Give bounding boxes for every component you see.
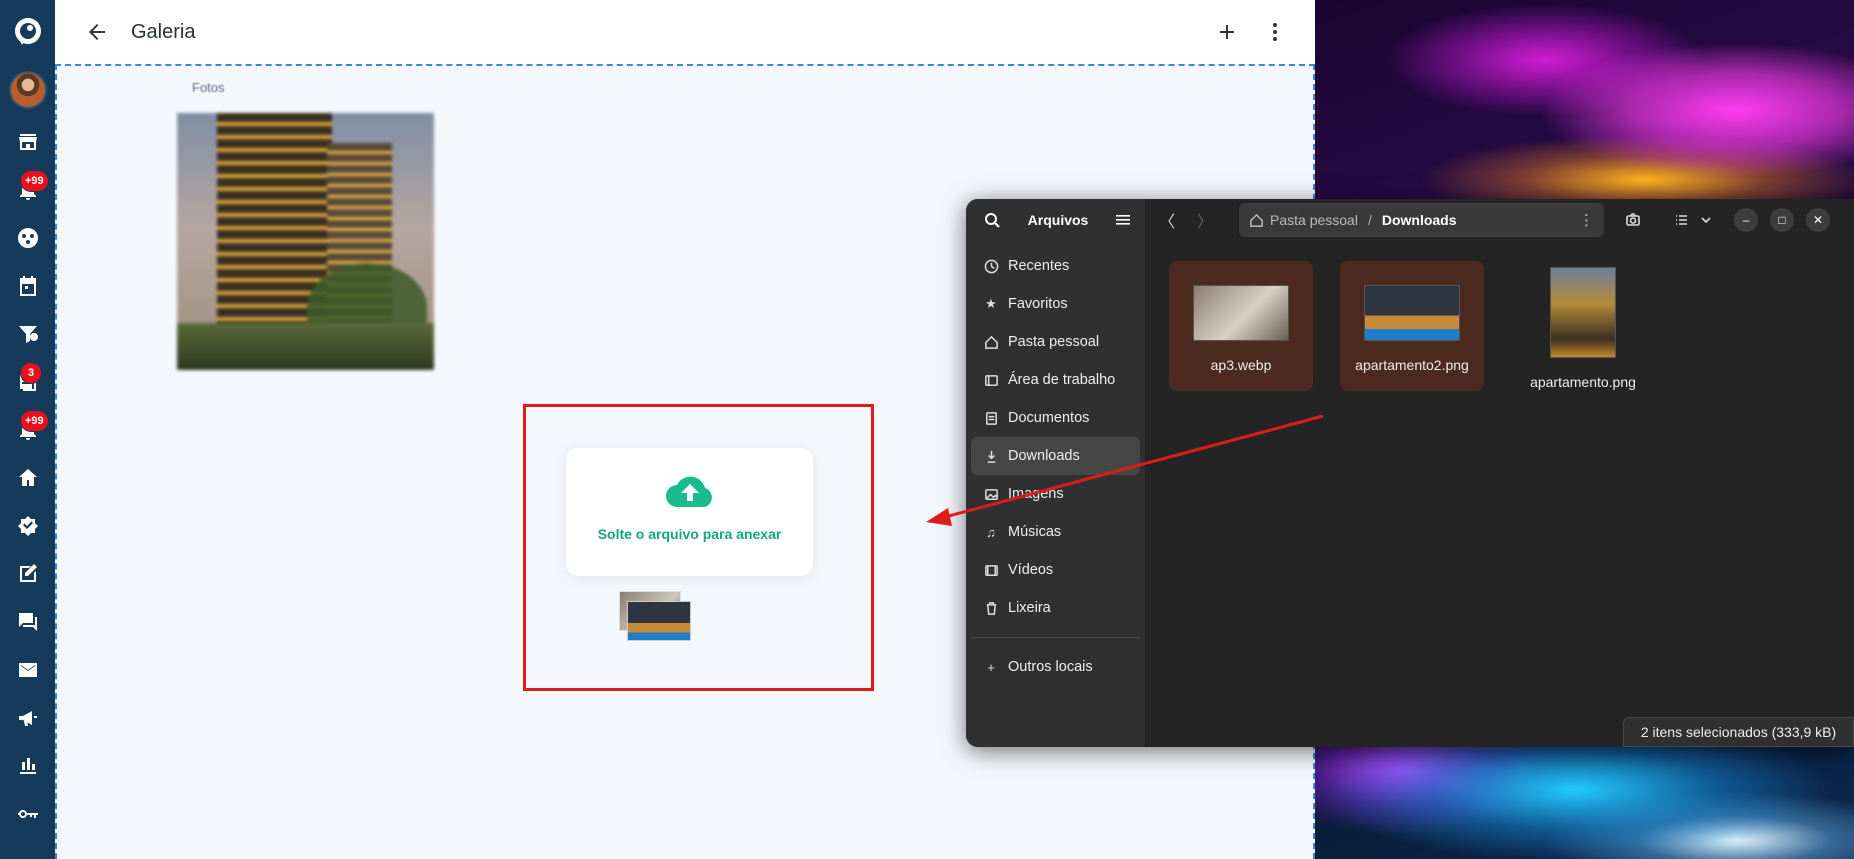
file-item[interactable]: ap3.webp bbox=[1169, 261, 1313, 391]
path-bar: Pasta pessoal / Downloads ⋮ bbox=[1239, 203, 1604, 237]
sidebar-item-label: Recentes bbox=[1008, 258, 1070, 274]
sidebar-item-outros-locais[interactable]: + Outros locais bbox=[971, 648, 1140, 686]
add-icon[interactable] bbox=[1207, 12, 1247, 52]
chart-icon[interactable] bbox=[0, 742, 55, 790]
file-name: ap3.webp bbox=[1210, 357, 1272, 373]
image-icon bbox=[983, 486, 999, 502]
dragged-files-preview bbox=[619, 591, 691, 641]
mail-icon[interactable] bbox=[0, 646, 55, 694]
notifications-icon[interactable]: +99 bbox=[0, 166, 55, 214]
sidebar-item-label: Vídeos bbox=[1008, 562, 1054, 578]
sidebar-item-label: Músicas bbox=[1008, 524, 1062, 540]
app-logo-icon[interactable] bbox=[0, 0, 55, 62]
sidebar-item-pasta-pessoal[interactable]: Pasta pessoal bbox=[971, 323, 1140, 361]
file-manager-window: Arquivos Recentes ★ Favoritos Pasta pesso… bbox=[966, 199, 1854, 747]
file-item[interactable]: apartamento2.png bbox=[1340, 261, 1484, 391]
sidebar-item-musicas[interactable]: ♫ Músicas bbox=[971, 513, 1140, 551]
file-thumbnail bbox=[1193, 285, 1289, 341]
hamburger-menu-icon[interactable] bbox=[1107, 204, 1139, 236]
notification-badge: +99 bbox=[20, 170, 49, 192]
home-icon[interactable] bbox=[0, 454, 55, 502]
clock-icon bbox=[983, 258, 999, 274]
desktop-icon bbox=[983, 372, 999, 388]
breadcrumb-separator: / bbox=[1367, 212, 1372, 228]
trash-icon bbox=[983, 600, 999, 616]
camera-icon[interactable] bbox=[1618, 205, 1648, 235]
avatar bbox=[8, 71, 47, 109]
file-thumbnail bbox=[1550, 267, 1616, 358]
sidebar-item-label: Downloads bbox=[1008, 448, 1080, 464]
more-vert-icon[interactable] bbox=[1255, 12, 1295, 52]
sidebar-item-label: Documentos bbox=[1008, 410, 1090, 426]
sidebar-item-label: Lixeira bbox=[1008, 600, 1051, 616]
page-title: Galeria bbox=[131, 20, 196, 43]
megaphone-icon[interactable] bbox=[0, 694, 55, 742]
drop-message: Solte o arquivo para anexar bbox=[597, 526, 782, 542]
section-label: Fotos bbox=[192, 80, 225, 95]
download-icon bbox=[983, 448, 999, 464]
forward-chevron-icon[interactable]: 〉 bbox=[1191, 206, 1219, 234]
file-manager-sidebar: Arquivos Recentes ★ Favoritos Pasta pesso… bbox=[966, 199, 1145, 747]
sidebar-divider bbox=[971, 637, 1140, 638]
sidebar-item-label: Imagens bbox=[1008, 486, 1064, 502]
sidebar-item-documentos[interactable]: Documentos bbox=[971, 399, 1140, 437]
search-icon[interactable] bbox=[975, 203, 1009, 237]
funnel-icon[interactable] bbox=[0, 310, 55, 358]
alerts-icon[interactable]: +99 bbox=[0, 406, 55, 454]
chat-icon[interactable] bbox=[0, 598, 55, 646]
minimize-icon[interactable]: – bbox=[1734, 208, 1758, 232]
star-icon: ★ bbox=[985, 296, 997, 311]
group-icon[interactable] bbox=[0, 214, 55, 262]
file-name: apartamento2.png bbox=[1355, 357, 1469, 373]
store-icon[interactable] bbox=[0, 118, 55, 166]
sidebar-item-downloads[interactable]: Downloads bbox=[971, 437, 1140, 475]
breadcrumb-home[interactable]: Pasta pessoal bbox=[1270, 212, 1358, 228]
tasks-icon[interactable]: 3 bbox=[0, 358, 55, 406]
drop-message-card: Solte o arquivo para anexar bbox=[566, 448, 813, 576]
key-icon[interactable] bbox=[0, 790, 55, 838]
sidebar-item-recentes[interactable]: Recentes bbox=[971, 247, 1140, 285]
tasks-badge: 3 bbox=[20, 362, 42, 384]
file-thumbnail bbox=[1364, 285, 1460, 341]
sidebar-item-imagens[interactable]: Imagens bbox=[971, 475, 1140, 513]
top-bar: Galeria bbox=[55, 0, 1315, 64]
file-manager-content: 〈 〉 Pasta pessoal / Downloads ⋮ – □ ✕ ap… bbox=[1145, 199, 1854, 747]
chevron-down-icon[interactable] bbox=[1696, 205, 1716, 235]
cloud-upload-icon bbox=[665, 476, 712, 507]
selection-status: 2 itens selecionados (333,9 kB) bbox=[1623, 717, 1854, 747]
sidebar-item-label: Favoritos bbox=[1008, 296, 1068, 312]
verified-icon[interactable] bbox=[0, 502, 55, 550]
path-menu-icon[interactable]: ⋮ bbox=[1579, 211, 1594, 229]
sidebar-item-area-de-trabalho[interactable]: Área de trabalho bbox=[971, 361, 1140, 399]
breadcrumb-current[interactable]: Downloads bbox=[1382, 212, 1457, 228]
music-icon: ♫ bbox=[986, 524, 996, 540]
sidebar-item-label: Outros locais bbox=[1008, 659, 1093, 675]
edit-note-icon[interactable] bbox=[0, 550, 55, 598]
back-chevron-icon[interactable]: 〈 bbox=[1153, 206, 1181, 234]
file-manager-header: 〈 〉 Pasta pessoal / Downloads ⋮ – □ ✕ bbox=[1145, 199, 1854, 241]
sidebar-item-label: Área de trabalho bbox=[1008, 372, 1116, 388]
file-name: apartamento.png bbox=[1530, 374, 1636, 390]
sidebar-item-favoritos[interactable]: ★ Favoritos bbox=[971, 285, 1140, 323]
back-arrow-icon[interactable] bbox=[75, 10, 119, 54]
video-icon bbox=[983, 562, 999, 578]
alerts-badge: +99 bbox=[20, 410, 49, 432]
sidebar-item-label: Pasta pessoal bbox=[1008, 334, 1100, 350]
close-icon[interactable]: ✕ bbox=[1806, 208, 1830, 232]
list-view-icon[interactable] bbox=[1666, 205, 1696, 235]
file-item[interactable]: apartamento.png bbox=[1511, 261, 1655, 391]
photo-thumbnail[interactable] bbox=[177, 113, 434, 370]
home-icon bbox=[1250, 213, 1263, 227]
app-sidebar: +99 3 +99 bbox=[0, 0, 55, 859]
sidebar-item-lixeira[interactable]: Lixeira bbox=[971, 589, 1140, 627]
plus-icon: + bbox=[987, 659, 995, 675]
home-icon bbox=[983, 334, 999, 350]
user-avatar[interactable] bbox=[0, 62, 55, 118]
document-icon bbox=[983, 410, 999, 426]
maximize-icon[interactable]: □ bbox=[1770, 208, 1794, 232]
calendar-icon[interactable] bbox=[0, 262, 55, 310]
sidebar-item-videos[interactable]: Vídeos bbox=[971, 551, 1140, 589]
file-manager-title: Arquivos bbox=[1027, 212, 1089, 228]
